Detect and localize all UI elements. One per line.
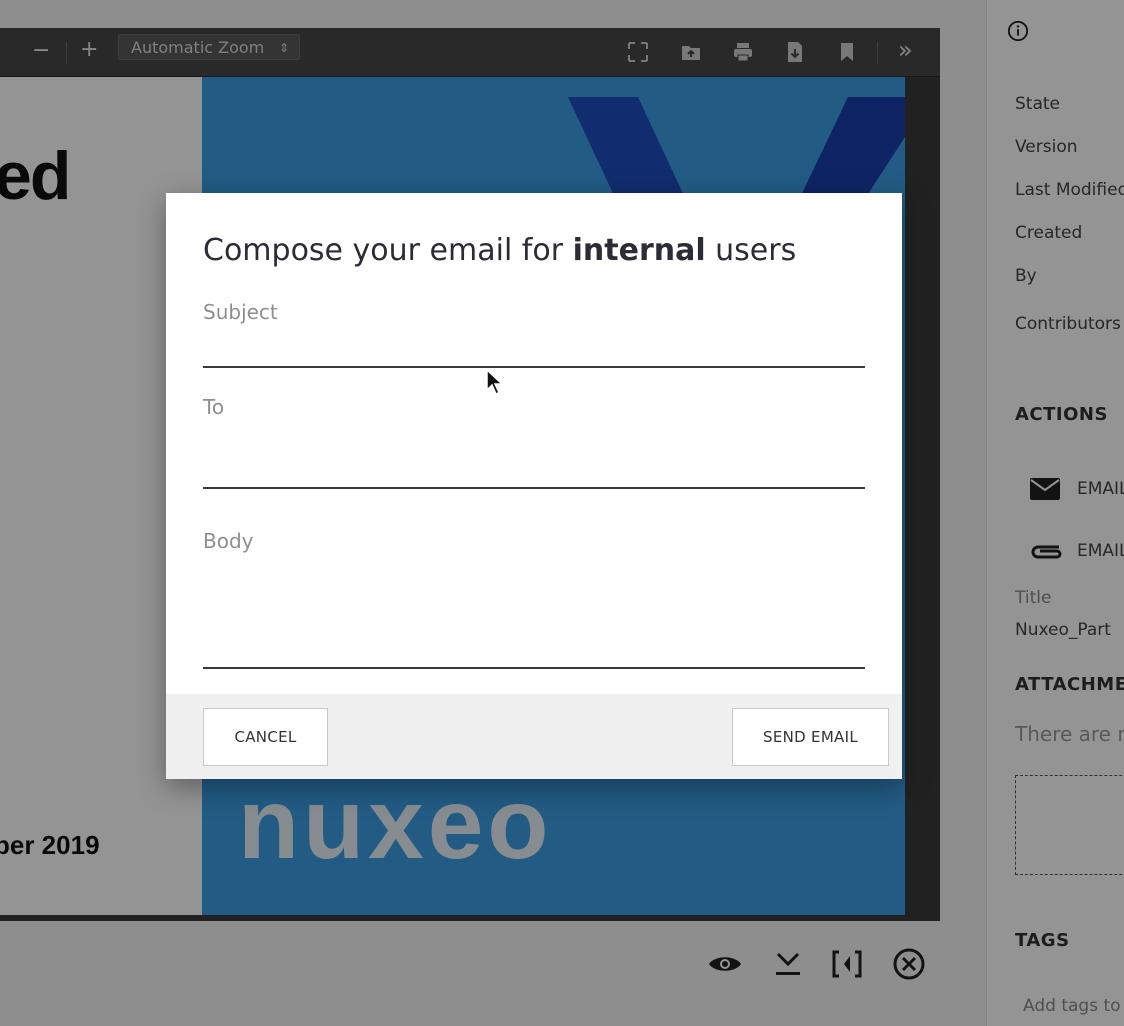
to-input[interactable] — [203, 451, 865, 481]
mouse-cursor-icon — [486, 368, 504, 396]
subject-input[interactable] — [203, 333, 865, 363]
compose-email-dialog: Compose your email for internal users Su… — [166, 193, 902, 779]
body-label: Body — [203, 529, 254, 553]
body-underline — [203, 667, 865, 669]
dialog-title: Compose your email for internal users — [203, 233, 796, 268]
dialog-title-bold: internal — [572, 233, 706, 268]
subject-underline — [203, 366, 865, 368]
to-label: To — [203, 395, 225, 419]
dialog-title-suffix: users — [705, 233, 797, 268]
dialog-title-prefix: Compose your email for — [203, 233, 573, 268]
cancel-button[interactable]: CANCEL — [203, 708, 328, 766]
send-email-button[interactable]: SEND EMAIL — [732, 708, 889, 766]
subject-label: Subject — [203, 300, 278, 324]
dialog-footer: CANCEL SEND EMAIL — [166, 694, 902, 779]
to-underline — [203, 487, 865, 489]
body-textarea[interactable] — [203, 563, 865, 663]
